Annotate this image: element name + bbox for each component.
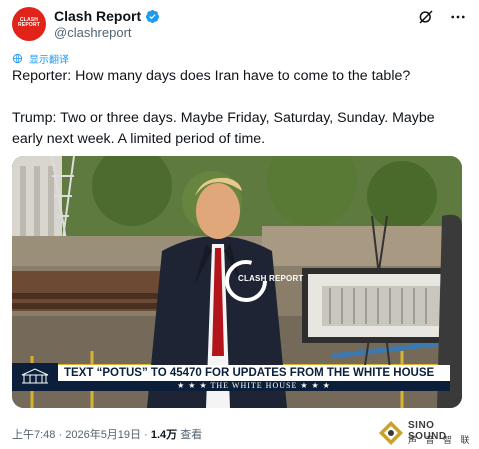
header-actions bbox=[417, 8, 467, 26]
handle[interactable]: @clashreport bbox=[54, 25, 132, 40]
tweet-date[interactable]: 2026年5月19日 bbox=[65, 429, 141, 441]
tweet-meta: 上午7:48 · 2026年5月19日 · 1.4万 查看 bbox=[12, 426, 202, 442]
banner-subtext: ★ ★ ★ THE WHITE HOUSE ★ ★ ★ bbox=[58, 381, 450, 391]
tweet-time[interactable]: 上午7:48 bbox=[12, 429, 55, 441]
display-name[interactable]: Clash Report bbox=[54, 8, 141, 24]
tweet-text: Reporter: How many days does Iran have t… bbox=[12, 66, 467, 150]
more-icon[interactable] bbox=[449, 8, 467, 26]
meta-separator: · bbox=[58, 429, 63, 441]
grok-icon[interactable] bbox=[417, 8, 435, 26]
show-translation-link[interactable]: 显示翻译 bbox=[12, 50, 69, 66]
show-translation-label[interactable]: 显示翻译 bbox=[29, 51, 69, 66]
tweet-paragraph: Trump: Two or three days. Maybe Friday, … bbox=[12, 110, 435, 147]
sino-sound-watermark: SINO SOUND 声 音 智 联 bbox=[378, 419, 476, 447]
video-overlay-logo-text: CLASH REPORT bbox=[238, 274, 304, 283]
views-count: 1.4万 bbox=[150, 429, 178, 441]
tweet-header: CLASH REPORT Clash Report @clashreport bbox=[12, 6, 467, 42]
name-row: Clash Report bbox=[54, 7, 160, 25]
translate-icon bbox=[12, 53, 23, 63]
avatar-logo-text: CLASH REPORT bbox=[17, 17, 41, 28]
tweet-paragraph: Reporter: How many days does Iran have t… bbox=[12, 68, 411, 84]
banner-text: TEXT “POTUS” TO 45470 FOR UPDATES FROM T… bbox=[58, 365, 450, 381]
white-house-seal-icon bbox=[12, 363, 58, 391]
watermark-subtitle: 声 音 智 联 bbox=[408, 435, 473, 445]
video-banner: TEXT “POTUS” TO 45470 FOR UPDATES FROM T… bbox=[12, 361, 462, 393]
meta-separator: · bbox=[144, 429, 148, 441]
avatar[interactable]: CLASH REPORT bbox=[12, 7, 46, 41]
views-label: 查看 bbox=[180, 429, 203, 441]
verified-badge-icon bbox=[146, 9, 160, 23]
sino-sound-logo-icon bbox=[379, 421, 403, 445]
